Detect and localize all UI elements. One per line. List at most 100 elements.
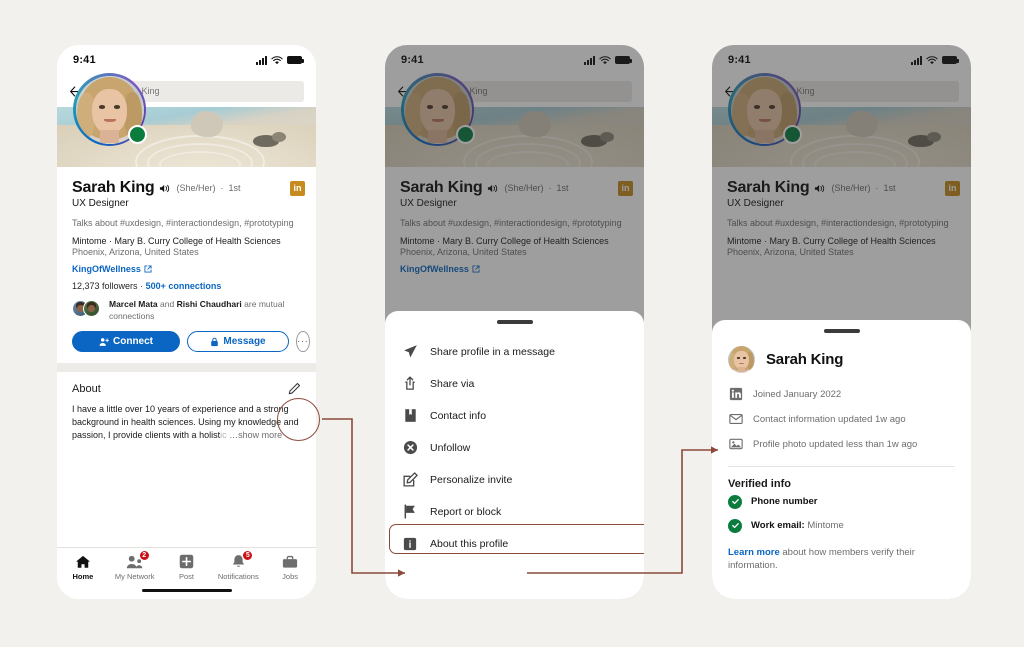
profile-website-link: KingOfWellness: [400, 264, 630, 274]
degree-separator: ·: [548, 183, 552, 193]
flag-icon: [402, 504, 418, 520]
section-divider: [57, 363, 316, 373]
linkedin-verified-badge: in: [945, 181, 960, 196]
verified-item-work-email: Work email: Mintome: [712, 514, 971, 538]
status-bar: 9:41: [57, 45, 316, 75]
wifi-icon: [271, 55, 283, 64]
about-header: About: [72, 382, 301, 395]
home-icon: [74, 554, 92, 569]
menu-item-report-or-block[interactable]: Report or block: [385, 496, 644, 528]
tab-label: Post: [178, 572, 194, 581]
tab-label: Notifications: [217, 572, 259, 581]
about-show-more[interactable]: …show more: [229, 430, 282, 440]
menu-item-about-this-profile[interactable]: About this profile: [385, 523, 644, 560]
menu-item-share-profile[interactable]: Share profile in a message: [385, 336, 644, 368]
battery-icon: [942, 56, 959, 64]
bell-icon: 5: [229, 550, 254, 569]
tab-jobs[interactable]: Jobs: [264, 554, 316, 581]
status-time: 9:41: [401, 54, 424, 66]
menu-item-contact-info[interactable]: Contact info: [385, 400, 644, 432]
menu-item-label: Share via: [430, 377, 475, 390]
external-link-icon: [144, 265, 152, 273]
more-options-button[interactable]: ···: [296, 331, 310, 353]
profile-details: Sarah King (She/Her) · 1st UX Designer T…: [57, 167, 316, 353]
online-presence-dot: [128, 125, 147, 144]
list-item: Profile photo updated less than 1w ago: [728, 432, 955, 457]
avatar: [728, 345, 755, 373]
menu-item-label: Share profile in a message: [430, 345, 555, 358]
connection-degree: 1st: [228, 183, 241, 193]
online-presence-dot: [456, 125, 475, 144]
tab-label: Home: [72, 572, 94, 581]
pencil-square-icon: [402, 472, 418, 488]
paper-plane-icon: [402, 344, 418, 360]
menu-item-label: Unfollow: [430, 441, 471, 454]
profile-talks-about: Talks about #uxdesign, #interactiondesig…: [727, 218, 949, 228]
name-pronunciation-icon[interactable]: [159, 183, 171, 194]
menu-item-personalize-invite[interactable]: Personalize invite: [385, 464, 644, 496]
degree-separator: ·: [220, 183, 224, 193]
tab-post[interactable]: Post: [161, 554, 213, 581]
page-title: Sarah King: [727, 179, 810, 196]
menu-item-share-via[interactable]: Share via: [385, 368, 644, 400]
status-time: 9:41: [73, 54, 96, 66]
name-pronunciation-icon: [815, 184, 825, 192]
verified-item-label: Phone number: [751, 496, 818, 507]
pencil-icon[interactable]: [288, 382, 301, 395]
tab-home[interactable]: Home: [57, 554, 109, 581]
more-button-highlight: [277, 398, 320, 441]
cellular-signal-icon: [911, 55, 922, 65]
page-title: Sarah King: [72, 179, 155, 196]
avatar[interactable]: [73, 73, 147, 146]
profile-pronouns: (She/Her): [176, 183, 216, 193]
check-circle-icon: [728, 518, 742, 533]
cellular-signal-icon: [256, 55, 267, 65]
online-presence-dot: [783, 125, 802, 144]
list-item-label: Joined January 2022: [753, 388, 842, 400]
tab-notifications[interactable]: 5 Notifications: [212, 550, 264, 581]
message-button[interactable]: Message: [187, 331, 289, 353]
phone-screen-action-sheet: 9:41 Sarah King: [385, 45, 644, 599]
briefcase-icon: [281, 554, 299, 569]
mutual-name-1: Marcel Mata: [109, 299, 158, 310]
verified-email-value: Mintome: [807, 520, 844, 531]
profile-company: Mintome · Mary B. Curry College of Healt…: [400, 236, 609, 247]
book-icon: [402, 408, 418, 424]
person-add-icon: [99, 337, 109, 346]
profile-details: Sarah King (She/Her) · 1st UX Designer T…: [712, 167, 971, 257]
lock-icon: [211, 337, 219, 346]
status-indicators: [256, 55, 304, 65]
profile-name-row: Sarah King (She/Her) · 1st: [72, 179, 302, 197]
tab-my-network[interactable]: 2 My Network: [109, 550, 161, 581]
mutual-connections[interactable]: Marcel Mata and Rishi Chaudhari are mutu…: [72, 299, 302, 322]
cellular-signal-icon: [584, 55, 595, 65]
connect-button[interactable]: Connect: [72, 331, 180, 353]
share-up-icon: [402, 376, 418, 392]
profile-stats: 12,373 followers · 500+ connections: [72, 281, 302, 291]
learn-more-link[interactable]: Learn more: [728, 547, 780, 558]
phone-screen-profile: 9:41 Sarah King: [57, 45, 316, 599]
stats-separator: ·: [140, 281, 144, 292]
linkedin-verified-badge: in: [290, 181, 305, 196]
status-indicators: [911, 55, 959, 65]
menu-item-label: Personalize invite: [430, 473, 513, 486]
badge-count: 5: [242, 550, 254, 561]
profile-pronouns: (She/Her): [831, 183, 871, 193]
profile-talks-about: Talks about #uxdesign, #interactiondesig…: [400, 218, 622, 228]
profile-website-link[interactable]: KingOfWellness: [72, 264, 302, 274]
connections-count[interactable]: 500+ connections: [146, 281, 222, 291]
battery-icon: [615, 56, 632, 64]
profile-location: Phoenix, Arizona, United States: [400, 247, 527, 258]
status-indicators: [584, 55, 632, 65]
status-time: 9:41: [728, 54, 751, 66]
plus-square-icon: [177, 554, 195, 569]
profile-pronouns: (She/Her): [504, 183, 544, 193]
verified-email-label: Work email:: [751, 520, 805, 531]
envelope-icon: [728, 412, 743, 427]
screenshot-stage: 9:41 Sarah King: [0, 0, 1024, 647]
profile-meta-rows: Joined January 2022 Contact information …: [712, 373, 971, 457]
sheet-header: Sarah King: [712, 333, 971, 373]
profile-talks-about: Talks about #uxdesign, #interactiondesig…: [72, 218, 294, 228]
menu-item-unfollow[interactable]: Unfollow: [385, 432, 644, 464]
list-item: Joined January 2022: [728, 382, 955, 407]
